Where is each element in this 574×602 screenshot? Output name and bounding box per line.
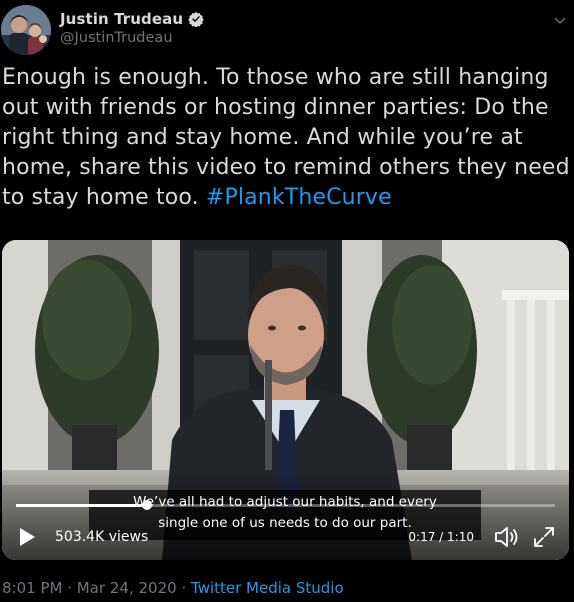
avatar[interactable] bbox=[1, 5, 51, 55]
video-timestamp: 0:17 / 1:10 bbox=[408, 530, 474, 544]
author-name[interactable]: Justin Trudeau bbox=[60, 10, 183, 28]
author-handle: @JustinTrudeau bbox=[60, 30, 173, 46]
meta-separator-1: · bbox=[67, 579, 73, 597]
video-progress-fill bbox=[16, 504, 147, 507]
tweet-date[interactable]: Mar 24, 2020 bbox=[77, 579, 177, 597]
tweet-author[interactable]: Justin Trudeau @JustinTrudeau bbox=[60, 9, 204, 46]
tweet-text: Enough is enough. To those who are still… bbox=[2, 63, 572, 213]
view-count: 503.4K views bbox=[55, 529, 149, 545]
verified-badge-icon bbox=[188, 11, 204, 28]
meta-separator-2: · bbox=[181, 579, 187, 597]
video-player[interactable]: We’ve all had to adjust our habits, and … bbox=[2, 240, 569, 560]
play-icon[interactable] bbox=[16, 525, 38, 549]
video-progress-bar[interactable] bbox=[16, 500, 555, 510]
avatar-image bbox=[1, 5, 51, 55]
video-progress-handle[interactable] bbox=[141, 500, 152, 510]
hashtag-link[interactable]: #PlankTheCurve bbox=[206, 185, 392, 210]
volume-muted-icon[interactable] bbox=[493, 524, 521, 550]
tweet-source-link[interactable]: Twitter Media Studio bbox=[191, 579, 344, 597]
chevron-down-icon[interactable] bbox=[554, 12, 566, 24]
fullscreen-icon[interactable] bbox=[532, 525, 556, 549]
tweet-time[interactable]: 8:01 PM bbox=[2, 579, 62, 597]
tweet-meta: 8:01 PM · Mar 24, 2020 · Twitter Media S… bbox=[2, 579, 344, 597]
